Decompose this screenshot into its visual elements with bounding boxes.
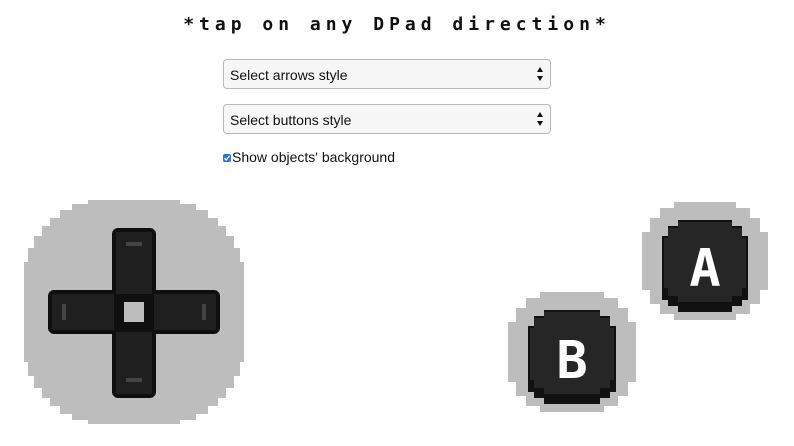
a-button[interactable]: A [638,200,772,322]
select-arrows-icon [537,67,543,81]
checkmark-icon [224,155,231,161]
b-button-letter: B [556,331,587,391]
arrow-right-icon [202,304,206,320]
background-checkbox[interactable] [223,154,231,162]
dpad [20,198,248,426]
arrows-style-select-label: Select arrows style [230,67,348,83]
b-button[interactable]: B [504,290,640,414]
background-checkbox-row[interactable]: Show objects' background [223,148,395,166]
background-checkbox-label: Show objects' background [232,149,395,165]
buttons-style-select[interactable]: Select buttons style [223,104,551,134]
arrow-left-icon [62,304,66,320]
buttons-style-select-label: Select buttons style [230,112,352,128]
arrow-up-icon [126,242,142,246]
a-button-letter: A [689,239,720,299]
arrow-down-icon [126,378,142,382]
select-arrows-icon [537,112,543,126]
arrows-style-select[interactable]: Select arrows style [223,59,551,89]
page-title: *tap on any DPad direction* [183,14,611,35]
